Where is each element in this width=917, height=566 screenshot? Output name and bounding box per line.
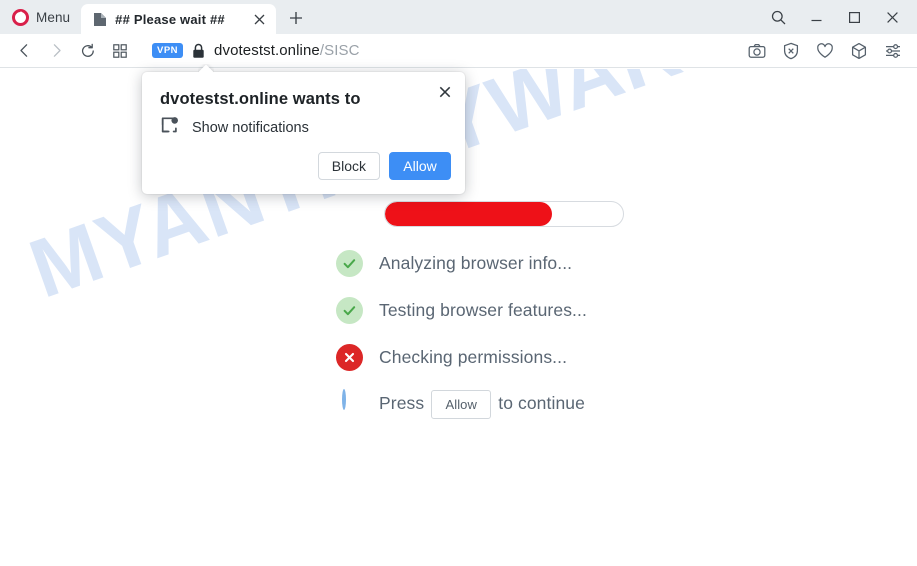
continue-label: to continue	[498, 392, 585, 413]
minimize-icon[interactable]	[797, 2, 835, 32]
vpn-badge[interactable]: VPN	[152, 42, 184, 59]
permission-label: Show notifications	[192, 120, 309, 136]
notification-permission-dialog: dvotestst.online wants to Show notificat…	[142, 72, 465, 194]
navigation-bar: VPN dvotestst.online/SISC	[0, 34, 917, 68]
back-arrow-icon[interactable]	[8, 37, 40, 65]
checklist-item: Testing browser features...	[336, 296, 587, 324]
grid-icon[interactable]	[104, 37, 136, 65]
url-display[interactable]: dvotestst.online/SISC	[214, 42, 360, 59]
checklist-item: Analyzing browser info...	[336, 249, 587, 277]
empty-circle-icon	[336, 388, 363, 418]
progress-bar	[384, 201, 624, 227]
tab-strip: Menu ## Please wait ##	[0, 0, 917, 34]
checklist-item: Checking permissions...	[336, 343, 587, 371]
new-tab-button[interactable]	[281, 3, 311, 33]
inline-allow-button[interactable]: Allow	[431, 389, 492, 419]
easy-setup-sliders-icon[interactable]	[877, 37, 909, 65]
permission-request-row: Show notifications	[160, 116, 309, 140]
forward-arrow-icon	[40, 37, 72, 65]
padlock-icon[interactable]	[192, 43, 205, 59]
progress-bar-fill	[385, 202, 552, 226]
browser-window: Menu ## Please wait ## VPN dvotestst.onl…	[0, 0, 917, 566]
tab-close-button[interactable]	[248, 8, 270, 30]
check-circle-icon	[336, 249, 363, 277]
opera-menu-label: Menu	[36, 9, 71, 25]
address-bar[interactable]: VPN dvotestst.online/SISC	[152, 37, 741, 65]
dialog-title: dvotestst.online wants to	[160, 90, 361, 108]
checklist-label: Analyzing browser info...	[379, 252, 573, 273]
status-checklist: Analyzing browser info... Testing browse…	[336, 249, 587, 419]
check-circle-icon	[336, 296, 363, 324]
checklist-label: Testing browser features...	[379, 299, 587, 320]
checklist-item: Press Allow to continue	[336, 388, 587, 419]
opera-logo-icon	[12, 8, 29, 26]
dialog-pointer-arrow	[198, 64, 214, 73]
snapshot-camera-icon[interactable]	[741, 37, 773, 65]
x-circle-icon	[336, 343, 363, 371]
search-icon[interactable]	[759, 2, 797, 32]
block-button[interactable]: Block	[317, 152, 380, 180]
browser-tab[interactable]: ## Please wait ##	[81, 4, 277, 34]
heart-icon[interactable]	[809, 37, 841, 65]
close-icon[interactable]	[433, 80, 457, 104]
dialog-actions: Block Allow	[317, 152, 451, 180]
opera-menu-button[interactable]: Menu	[0, 0, 81, 34]
press-label: Press	[379, 392, 425, 413]
close-icon[interactable]	[873, 2, 911, 32]
reload-icon[interactable]	[72, 37, 104, 65]
tab-title: ## Please wait ##	[115, 11, 225, 27]
allow-button[interactable]: Allow	[389, 152, 451, 180]
notification-bell-icon	[160, 116, 179, 140]
url-host: dvotestst.online	[214, 42, 320, 59]
ad-blocker-shield-icon[interactable]	[775, 37, 807, 65]
page-icon	[93, 12, 107, 27]
navbar-actions	[741, 37, 909, 65]
window-controls	[759, 0, 917, 34]
checklist-label: Checking permissions...	[379, 346, 568, 367]
checklist-label: Press Allow to continue	[379, 389, 585, 419]
maximize-icon[interactable]	[835, 2, 873, 32]
url-path: /SISC	[319, 42, 360, 59]
extensions-cube-icon[interactable]	[843, 37, 875, 65]
